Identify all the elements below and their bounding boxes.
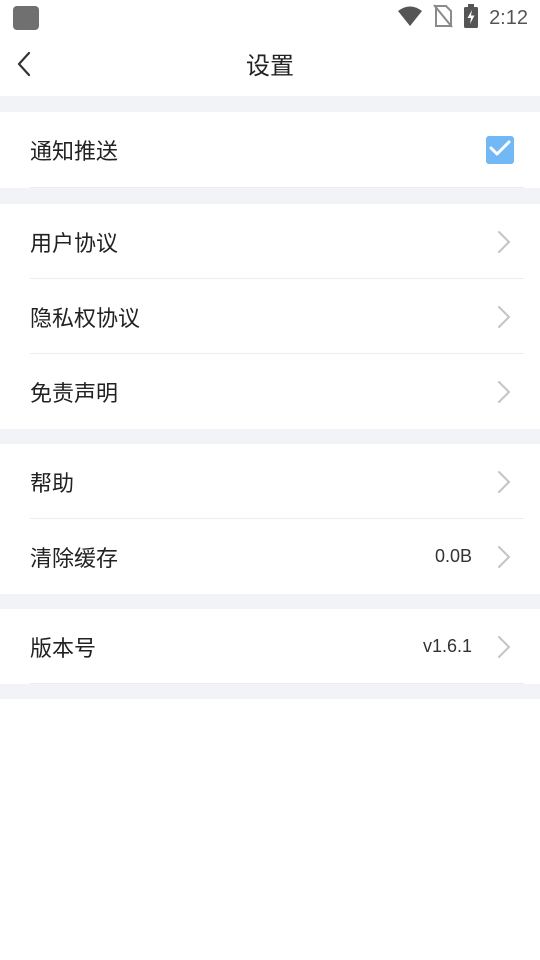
- row-label: 版本号: [30, 636, 97, 662]
- row-notification-push[interactable]: 通知推送: [0, 112, 540, 188]
- row-label: 免责声明: [30, 381, 119, 407]
- chevron-right-icon: [496, 304, 512, 330]
- app-placeholder-icon: [13, 6, 39, 30]
- chevron-right-icon: [496, 469, 512, 495]
- cache-size-value: 0.0B: [434, 546, 472, 566]
- page-title: 设置: [246, 52, 294, 80]
- chevron-right-icon: [496, 229, 512, 255]
- row-user-agreement[interactable]: 用户协议: [0, 204, 540, 279]
- status-bar: 2:12: [0, 0, 540, 36]
- section-gap: [0, 96, 540, 112]
- section-gap: [0, 684, 540, 699]
- status-time: 2:12: [489, 6, 528, 29]
- chevron-right-icon: [496, 544, 512, 570]
- row-privacy-agreement[interactable]: 隐私权协议: [0, 279, 540, 354]
- row-label: 隐私权协议: [30, 306, 141, 332]
- chevron-right-icon: [496, 379, 512, 405]
- row-version[interactable]: 版本号 v1.6.1: [0, 609, 540, 684]
- section-gap: [0, 188, 540, 204]
- battery-charging-icon: [463, 4, 479, 32]
- version-value: v1.6.1: [422, 636, 472, 656]
- header: 设置: [0, 36, 540, 96]
- checkmark-icon: [489, 139, 511, 161]
- row-label: 通知推送: [30, 140, 119, 165]
- row-label: 帮助: [30, 471, 75, 497]
- settings-screen: 2:12 设置 通知推送 用户协议 隐私权协议 免责声明 帮助 清除缓存 0.0…: [0, 0, 540, 960]
- wifi-icon: [397, 5, 423, 31]
- section-gap: [0, 429, 540, 444]
- no-sim-icon: [433, 4, 453, 32]
- row-label: 清除缓存: [30, 546, 119, 572]
- row-help[interactable]: 帮助: [0, 444, 540, 519]
- section-gap: [0, 594, 540, 609]
- chevron-right-icon: [496, 634, 512, 660]
- status-bar-right: 2:12: [397, 0, 528, 36]
- notification-checkbox[interactable]: [486, 136, 514, 164]
- row-clear-cache[interactable]: 清除缓存 0.0B: [0, 519, 540, 594]
- row-disclaimer[interactable]: 免责声明: [0, 354, 540, 429]
- row-label: 用户协议: [30, 231, 119, 257]
